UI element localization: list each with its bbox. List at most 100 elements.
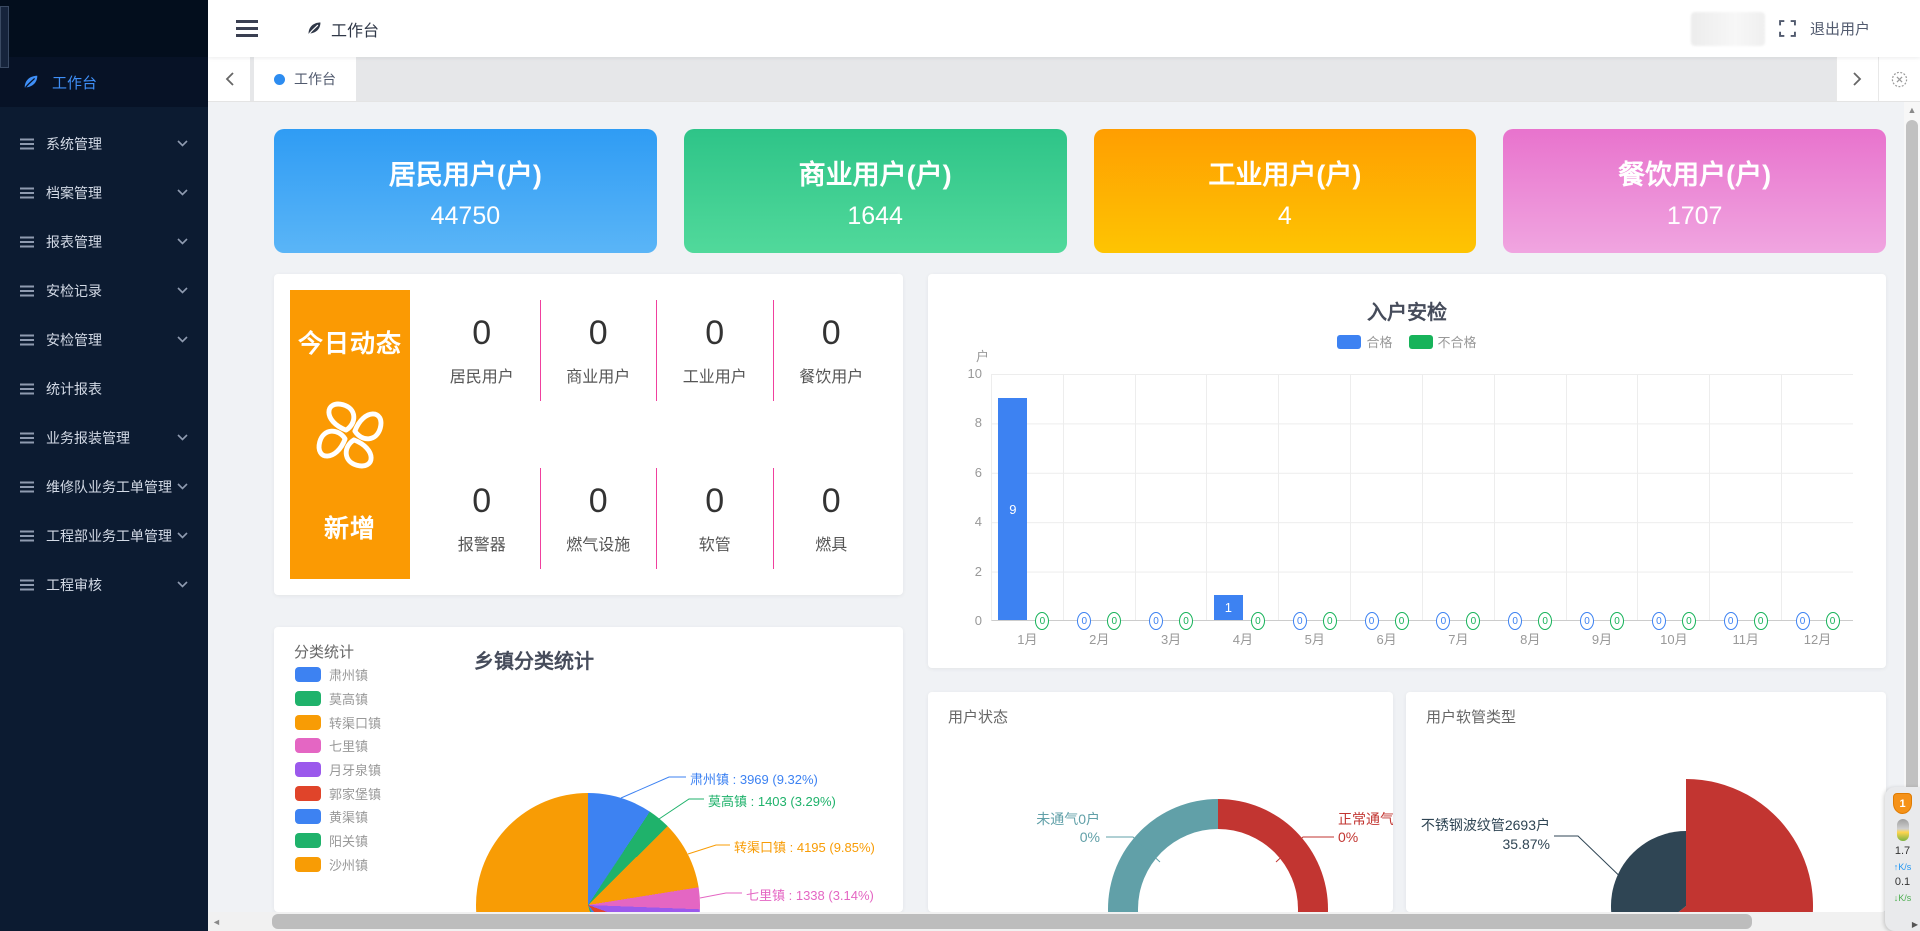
fullscreen-icon[interactable] xyxy=(1779,20,1796,37)
legend-swatch xyxy=(295,667,321,682)
sidebar-item-archives[interactable]: 档案管理 xyxy=(0,168,208,217)
card-value: 1644 xyxy=(684,202,1067,231)
sidebar-item-stats-report[interactable]: 统计报表 xyxy=(0,364,208,413)
float-speed-widget[interactable]: 1 1.7 ↑K/s 0.1 ↓K/s ▶ xyxy=(1885,787,1920,931)
stat-value: 0 xyxy=(589,314,608,352)
capsule-icon[interactable] xyxy=(1897,819,1909,841)
stat-card-commercial: 商业用户(户) 1644 xyxy=(684,129,1067,253)
sidebar-item-workbench[interactable]: 工作台 xyxy=(0,57,208,107)
username-blurred xyxy=(1691,12,1765,46)
unit-text: K/s xyxy=(1898,862,1911,872)
legend-label: 月牙泉镇 xyxy=(329,760,381,779)
zero-marker-pass: 0 xyxy=(1724,612,1738,630)
pie-callout-suzhou: 肃州镇 : 3969 (9.32%) xyxy=(690,769,818,788)
stat-commercial: 0 商业用户 xyxy=(541,300,658,401)
header-right: 退出用户 xyxy=(1691,12,1870,46)
legend-item-pass[interactable]: 合格 xyxy=(1337,332,1392,351)
pie-callout-zhuanqukou: 转渠口镇 : 4195 (9.85%) xyxy=(734,837,875,856)
legend-item[interactable]: 肃州镇 xyxy=(295,663,381,687)
scroll-left-arrow[interactable]: ◄ xyxy=(208,912,225,931)
legend-swatch xyxy=(295,762,321,777)
close-all-tabs-button[interactable] xyxy=(1878,57,1920,101)
sidebar-item-label: 工程审核 xyxy=(46,575,102,595)
x-tick: 4月 xyxy=(1207,629,1278,648)
today-stats-row2: 0报警器 0燃气设施 0软管 0燃具 xyxy=(424,468,889,569)
sidebar-item-business-install[interactable]: 业务报装管理 xyxy=(0,413,208,462)
zero-marker-fail: 0 xyxy=(1323,612,1337,630)
legend-item[interactable]: 郭家堡镇 xyxy=(295,781,381,805)
sidebar-item-engineering-audit[interactable]: 工程审核 xyxy=(0,560,208,609)
breadcrumb: 工作台 xyxy=(306,17,379,41)
bar-month-group: 0 0 3月 xyxy=(1136,374,1208,620)
card-title: 居民用户(户) xyxy=(274,153,657,192)
entry-inspection-chart-panel: 入户安检 合格 不合格 户 10 8 6 4 2 0 9 0 1月 0 0 2月… xyxy=(928,274,1886,668)
x-tick: 11月 xyxy=(1710,629,1781,648)
logout-button[interactable]: 退出用户 xyxy=(1810,18,1870,39)
stat-card-residential: 居民用户(户) 44750 xyxy=(274,129,657,253)
legend-item[interactable]: 转渠口镇 xyxy=(295,710,381,734)
stat-label: 软管 xyxy=(657,531,773,555)
zero-marker-fail: 0 xyxy=(1826,612,1840,630)
zero-marker-pass: 0 xyxy=(1077,612,1091,630)
zero-marker-fail: 0 xyxy=(1251,612,1265,630)
stat-hose: 0软管 xyxy=(657,468,774,569)
legend-swatch xyxy=(295,715,321,730)
expand-arrow-icon[interactable]: ▶ xyxy=(1912,920,1918,929)
slice-pct: 0% xyxy=(968,828,1100,846)
slice-label: 正常通气0户 xyxy=(1338,810,1393,828)
bar-chart-legend: 合格 不合格 xyxy=(928,332,1886,351)
stat-label: 商业用户 xyxy=(541,363,657,387)
tabs-scroll-left-button[interactable] xyxy=(208,57,250,101)
sidebar-item-system[interactable]: 系统管理 xyxy=(0,119,208,168)
zero-marker-pass: 0 xyxy=(1293,612,1307,630)
chevron-right-icon xyxy=(1853,72,1862,86)
list-icon xyxy=(20,334,34,346)
legend-item[interactable]: 莫高镇 xyxy=(295,687,381,711)
stat-catering: 0餐饮用户 xyxy=(774,300,890,401)
stat-burner: 0燃具 xyxy=(774,468,890,569)
bar-value-label: 9 xyxy=(1009,502,1016,517)
bar-month-group: 0 0 6月 xyxy=(1351,374,1423,620)
today-title: 今日动态 xyxy=(298,324,402,360)
sidebar-item-inspection-mgmt[interactable]: 安检管理 xyxy=(0,315,208,364)
sidebar-item-repair-workorder[interactable]: 维修队业务工单管理 xyxy=(0,462,208,511)
sidebar-item-label: 安检记录 xyxy=(46,281,102,301)
hamburger-icon[interactable] xyxy=(236,20,258,37)
legend-item[interactable]: 月牙泉镇 xyxy=(295,758,381,782)
sidebar-item-reports[interactable]: 报表管理 xyxy=(0,217,208,266)
bar-month-group: 0 0 5月 xyxy=(1279,374,1351,620)
legend-label: 黄渠镇 xyxy=(329,807,368,826)
list-icon xyxy=(20,285,34,297)
y-tick: 8 xyxy=(948,415,982,430)
y-tick: 6 xyxy=(948,465,982,480)
horizontal-scroll-thumb[interactable] xyxy=(272,914,1752,929)
tabs-scroll-right-button[interactable] xyxy=(1836,57,1878,101)
legend-swatch xyxy=(1409,335,1433,349)
x-tick: 12月 xyxy=(1782,629,1853,648)
stat-card-catering: 餐饮用户(户) 1707 xyxy=(1503,129,1886,253)
stat-value: 0 xyxy=(589,482,608,520)
legend-item[interactable]: 七里镇 xyxy=(295,734,381,758)
panel-header: 用户软管类型 xyxy=(1426,706,1516,727)
sidebar-item-inspection-records[interactable]: 安检记录 xyxy=(0,266,208,315)
legend-item[interactable]: 沙州镇 xyxy=(295,853,381,877)
stat-value: 0 xyxy=(472,482,491,520)
horizontal-scrollbar[interactable]: ◄ xyxy=(208,912,1920,931)
leaf-icon xyxy=(22,73,40,91)
scroll-up-arrow[interactable]: ▲ xyxy=(1904,102,1920,118)
tab-workbench[interactable]: 工作台 xyxy=(254,57,356,101)
legend-item-fail[interactable]: 不合格 xyxy=(1409,332,1477,351)
zero-marker-fail: 0 xyxy=(1179,612,1193,630)
sidebar-item-engineering-workorder[interactable]: 工程部业务工单管理 xyxy=(0,511,208,560)
sidebar-item-label: 工程部业务工单管理 xyxy=(46,526,172,546)
stat-value: 0 xyxy=(472,314,491,352)
legend-item[interactable]: 黄渠镇 xyxy=(295,805,381,829)
stat-gas-facility: 0燃气设施 xyxy=(541,468,658,569)
shield-badge-icon[interactable]: 1 xyxy=(1893,793,1912,814)
legend-item[interactable]: 阳关镇 xyxy=(295,829,381,853)
chevron-down-icon xyxy=(177,434,188,441)
chevron-down-icon xyxy=(177,140,188,147)
sidebar-item-label: 系统管理 xyxy=(46,134,102,154)
y-tick: 10 xyxy=(948,366,982,381)
list-icon xyxy=(20,530,34,542)
